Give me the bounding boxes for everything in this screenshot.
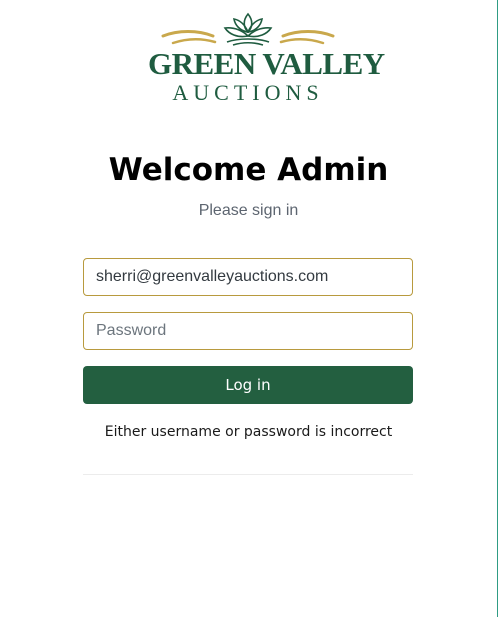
window-edge <box>497 0 498 617</box>
green-valley-logo: GREEN VALLEY AUCTIONS <box>143 10 385 105</box>
logo-text-green-valley: GREEN VALLEY <box>148 46 385 81</box>
lotus-ornament-icon <box>161 12 335 46</box>
logo-text-auctions: AUCTIONS <box>172 80 324 105</box>
divider <box>83 474 413 475</box>
login-error-message: Either username or password is incorrect <box>104 424 393 440</box>
login-page: GREEN VALLEY AUCTIONS Welcome Admin Plea… <box>0 0 499 617</box>
email-field[interactable] <box>83 258 413 296</box>
password-field[interactable] <box>83 312 413 350</box>
login-button[interactable]: Log in <box>83 366 413 404</box>
page-title: Welcome Admin <box>108 152 389 188</box>
page-subtitle: Please sign in <box>198 202 299 219</box>
